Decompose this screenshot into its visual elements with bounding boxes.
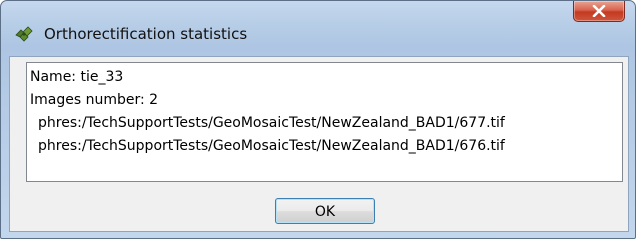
close-button[interactable] <box>573 1 625 22</box>
ok-button[interactable]: OK <box>275 198 375 224</box>
window-title: Orthorectification statistics <box>44 25 248 43</box>
image-path-line: phres:/TechSupportTests/GeoMosaicTest/Ne… <box>38 115 505 131</box>
satellite-leaf-icon <box>14 26 34 42</box>
dialog-body: Name: tie_33 Images number: 2 phres:/Tec… <box>9 56 629 232</box>
statistics-text-area: Name: tie_33 Images number: 2 phres:/Tec… <box>26 62 623 182</box>
name-line: Name: tie_33 <box>30 69 124 85</box>
close-icon <box>592 5 606 17</box>
images-number-line: Images number: 2 <box>30 92 159 108</box>
title-bar[interactable]: Orthorectification statistics <box>1 1 635 49</box>
image-path-line: phres:/TechSupportTests/GeoMosaicTest/Ne… <box>38 138 505 154</box>
dialog-window: Orthorectification statistics Name: tie_… <box>0 0 636 239</box>
